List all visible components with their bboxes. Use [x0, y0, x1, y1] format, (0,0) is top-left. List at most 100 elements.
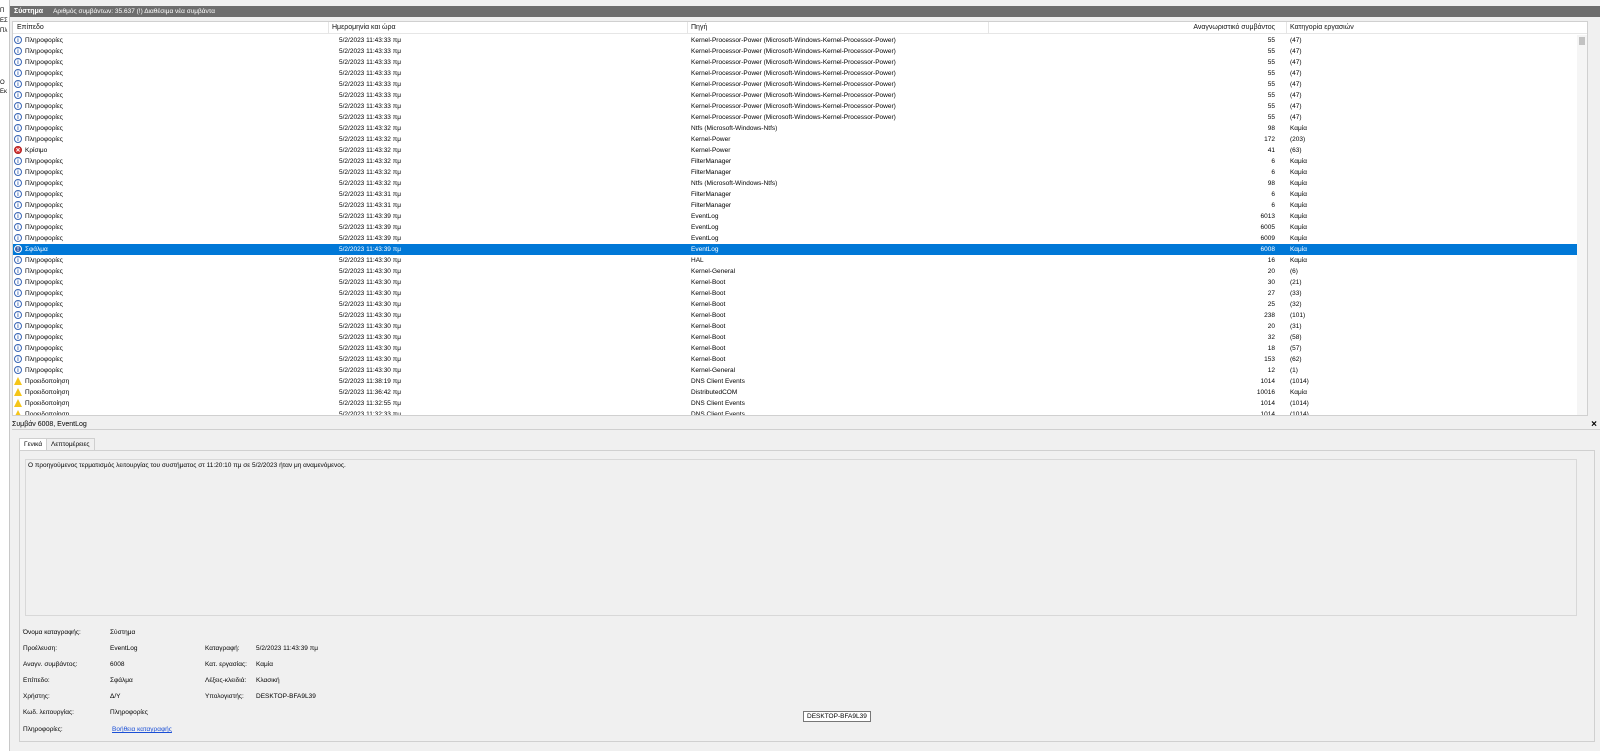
table-row[interactable]: i Πληροφορίες 5/2/2023 11:43:30 πμ Kernel-G… [13, 266, 1587, 277]
table-row[interactable]: i Πληροφορίες 5/2/2023 11:43:30 πμ Kernel-B… [13, 288, 1587, 299]
table-row[interactable]: Προειδοποίηση 5/2/2023 11:38:19 πμ DNS Cli… [13, 376, 1587, 387]
info-icon: i [14, 212, 22, 220]
table-row[interactable]: i Πληροφορίες 5/2/2023 11:43:30 πμ Kernel-B… [13, 332, 1587, 343]
table-row[interactable]: i Πληροφορίες 5/2/2023 11:43:30 πμ Kernel-B… [13, 354, 1587, 365]
column-header-source[interactable]: Πηγή [691, 24, 707, 31]
label-opcode: Κωδ. λειτουργίας: [23, 709, 74, 716]
tab-general[interactable]: Γενικά [19, 438, 48, 450]
label-more-info: Πληροφορίες: [23, 726, 63, 733]
cell-task-category: (21) [1290, 279, 1302, 286]
value-event-id: 6008 [110, 661, 125, 668]
cell-source: Kernel-Processor-Power (Microsoft-Window… [691, 59, 896, 66]
info-icon: i [14, 355, 22, 363]
table-row[interactable]: i Πληροφορίες 5/2/2023 11:43:31 πμ FilterMa… [13, 189, 1587, 200]
table-row[interactable]: ! Σφάλμα 5/2/2023 11:43:39 πμ EventLog 6008 Κ… [13, 244, 1587, 255]
event-log-help-link[interactable]: Βοήθεια καταγραφής [112, 726, 172, 733]
cell-source: Kernel-Boot [691, 345, 726, 352]
cell-datetime: 5/2/2023 11:43:32 πμ [339, 125, 401, 132]
cell-source: Kernel-Processor-Power (Microsoft-Window… [691, 81, 896, 88]
table-row[interactable]: i Πληροφορίες 5/2/2023 11:43:33 πμ Kernel-P… [13, 90, 1587, 101]
tab-details[interactable]: Λεπτομέρειες [46, 438, 95, 450]
table-row[interactable]: i Πληροφορίες 5/2/2023 11:43:39 πμ EventLog… [13, 211, 1587, 222]
cell-level: Πληροφορίες [25, 81, 63, 88]
cell-datetime: 5/2/2023 11:32:33 πμ [339, 411, 401, 416]
column-header-task-category[interactable]: Κατηγορία εργασιών [1290, 24, 1354, 31]
table-row[interactable]: i Πληροφορίες 5/2/2023 11:43:33 πμ Kernel-P… [13, 68, 1587, 79]
cell-task-category: (31) [1290, 323, 1302, 330]
table-row[interactable]: i Πληροφορίες 5/2/2023 11:43:33 πμ Kernel-P… [13, 112, 1587, 123]
error-icon: ! [14, 245, 22, 253]
info-icon: i [14, 289, 22, 297]
table-row[interactable]: i Πληροφορίες 5/2/2023 11:43:32 πμ Ntfs (Mi… [13, 178, 1587, 189]
close-icon[interactable]: × [1591, 419, 1597, 430]
cell-datetime: 5/2/2023 11:43:32 πμ [339, 180, 401, 187]
table-row[interactable]: i Πληροφορίες 5/2/2023 11:43:33 πμ Kernel-P… [13, 57, 1587, 68]
value-task-category: Καμία [256, 661, 273, 668]
value-keywords: Κλασική [256, 677, 280, 684]
cell-level: Πληροφορίες [25, 312, 63, 319]
warning-icon [14, 410, 22, 415]
table-row[interactable]: i Πληροφορίες 5/2/2023 11:43:39 πμ EventLog… [13, 222, 1587, 233]
cell-source: Kernel-Power [691, 147, 731, 154]
table-row[interactable]: i Πληροφορίες 5/2/2023 11:43:30 πμ Kernel-B… [13, 310, 1587, 321]
cell-task-category: (6) [1290, 268, 1298, 275]
cell-task-category: (47) [1290, 92, 1302, 99]
cell-source: DNS Client Events [691, 378, 745, 385]
info-icon: i [14, 267, 22, 275]
table-row[interactable]: i Πληροφορίες 5/2/2023 11:43:30 πμ Kernel-B… [13, 277, 1587, 288]
cell-task-category: (47) [1290, 114, 1302, 121]
table-row[interactable]: i Πληροφορίες 5/2/2023 11:43:33 πμ Kernel-P… [13, 46, 1587, 57]
table-row[interactable]: i Πληροφορίες 5/2/2023 11:43:30 πμ Kernel-G… [13, 365, 1587, 376]
table-row[interactable]: i Πληροφορίες 5/2/2023 11:43:33 πμ Kernel-P… [13, 35, 1587, 46]
info-icon: i [14, 157, 22, 165]
info-icon: i [14, 322, 22, 330]
cell-level: Πληροφορίες [25, 158, 63, 165]
cell-level: Πληροφορίες [25, 180, 63, 187]
table-row[interactable]: i Πληροφορίες 5/2/2023 11:43:30 πμ Kernel-B… [13, 343, 1587, 354]
left-strip-text: Ο [0, 80, 5, 86]
cell-event-id: 10016 [1256, 389, 1275, 396]
cell-datetime: 5/2/2023 11:43:33 πμ [339, 70, 401, 77]
cell-event-id: 172 [1264, 136, 1275, 143]
table-row[interactable]: ✕ Κρίσιμο 5/2/2023 11:43:32 πμ Kernel-Power… [13, 145, 1587, 156]
table-row[interactable]: i Πληροφορίες 5/2/2023 11:43:30 πμ Kernel-B… [13, 321, 1587, 332]
cell-level: Προειδοποίηση [25, 411, 70, 416]
cell-level: Πληροφορίες [25, 257, 63, 264]
table-row[interactable]: i Πληροφορίες 5/2/2023 11:43:30 πμ HAL 16 Καμ… [13, 255, 1587, 266]
table-row[interactable]: i Πληροφορίες 5/2/2023 11:43:32 πμ FilterMa… [13, 167, 1587, 178]
cell-event-id: 12 [1267, 367, 1275, 374]
cell-datetime: 5/2/2023 11:43:39 πμ [339, 246, 401, 253]
cell-source: Kernel-General [691, 268, 736, 275]
column-header-event-id[interactable]: Αναγνωριστικό συμβάντος [1133, 24, 1275, 31]
cell-datetime: 5/2/2023 11:43:32 πμ [339, 169, 401, 176]
cell-source: Kernel-Processor-Power (Microsoft-Window… [691, 37, 896, 44]
cell-level: Πληροφορίες [25, 92, 63, 99]
event-count-info[interactable]: Αριθμός συμβάντων: 35.637 (!) Διαθέσιμα … [53, 8, 215, 15]
table-row[interactable]: i Πληροφορίες 5/2/2023 11:43:32 πμ Kernel-P… [13, 134, 1587, 145]
cell-level: Πληροφορίες [25, 169, 63, 176]
cell-datetime: 5/2/2023 11:43:30 πμ [339, 323, 401, 330]
cell-task-category: (62) [1290, 356, 1302, 363]
table-row[interactable]: Προειδοποίηση 5/2/2023 11:32:55 πμ DNS Cli… [13, 398, 1587, 409]
column-header-level[interactable]: Επίπεδο [17, 24, 44, 31]
info-icon: i [14, 366, 22, 374]
cell-task-category: (57) [1290, 345, 1302, 352]
table-row[interactable]: Προειδοποίηση 5/2/2023 11:32:33 πμ DNS Cli… [13, 409, 1587, 416]
cell-level: Πληροφορίες [25, 37, 63, 44]
table-row[interactable]: i Πληροφορίες 5/2/2023 11:43:39 πμ EventLog… [13, 233, 1587, 244]
cell-datetime: 5/2/2023 11:43:30 πμ [339, 367, 401, 374]
table-row[interactable]: i Πληροφορίες 5/2/2023 11:43:32 πμ Ntfs (Mi… [13, 123, 1587, 134]
table-row[interactable]: i Πληροφορίες 5/2/2023 11:43:30 πμ Kernel-B… [13, 299, 1587, 310]
table-row[interactable]: i Πληροφορίες 5/2/2023 11:43:32 πμ FilterMa… [13, 156, 1587, 167]
label-event-id: Αναγν. συμβάντος: [23, 661, 78, 668]
table-row[interactable]: Προειδοποίηση 5/2/2023 11:36:42 πμ Distrib… [13, 387, 1587, 398]
table-row[interactable]: i Πληροφορίες 5/2/2023 11:43:33 πμ Kernel-P… [13, 79, 1587, 90]
vertical-scrollbar[interactable] [1577, 35, 1587, 415]
table-row[interactable]: i Πληροφορίες 5/2/2023 11:43:31 πμ FilterMa… [13, 200, 1587, 211]
event-description-box[interactable]: Ο προηγούμενος τερματισμός λειτουργίας τ… [25, 459, 1577, 616]
cell-source: EventLog [691, 213, 719, 220]
scrollbar-thumb[interactable] [1579, 37, 1585, 45]
table-row[interactable]: i Πληροφορίες 5/2/2023 11:43:33 πμ Kernel-P… [13, 101, 1587, 112]
cell-level: Πληροφορίες [25, 356, 63, 363]
column-header-datetime[interactable]: Ημερομηνία και ώρα [332, 24, 396, 31]
